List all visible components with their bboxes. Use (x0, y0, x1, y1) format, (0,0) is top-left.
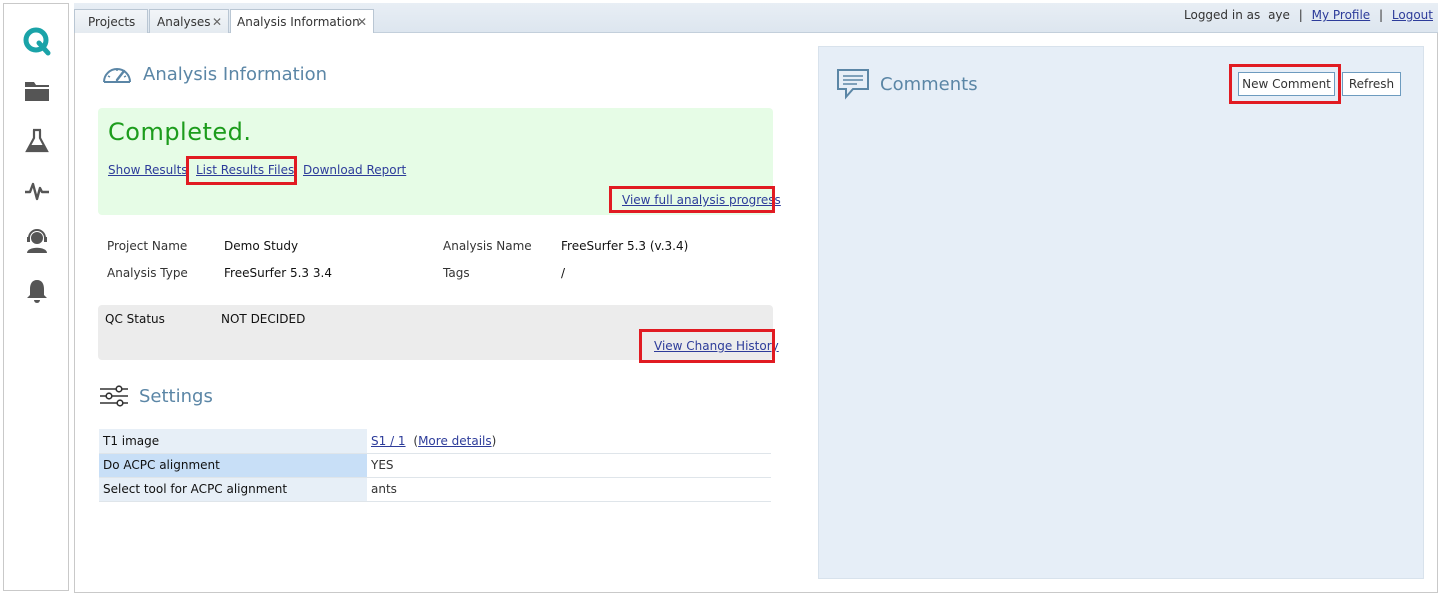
paren-close: ) (491, 433, 497, 448)
tab-analysis-information[interactable]: Analysis Information ✕ (230, 9, 374, 35)
tab-label: Analyses (157, 15, 211, 29)
logo-q-icon[interactable] (22, 26, 52, 56)
download-report-link[interactable]: Download Report (303, 163, 406, 177)
sliders-icon (100, 385, 128, 407)
analysis-info-heading: Analysis Information (101, 62, 327, 86)
highlight-box (1229, 64, 1341, 104)
project-name-label: Project Name (107, 239, 188, 253)
tags-value: / (561, 266, 566, 280)
table-row: Select tool for ACPC alignment ants (99, 477, 771, 502)
analysis-name-value: FreeSurfer 5.3 (v.3.4) (561, 239, 689, 253)
refresh-button[interactable]: Refresh (1342, 72, 1401, 96)
analysis-name-label: Analysis Name (443, 239, 532, 253)
comments-panel: Comments New Comment Refresh (818, 46, 1424, 579)
status-text: Completed. (108, 118, 252, 146)
user-bar: Logged in as aye | My Profile | Logout (1184, 8, 1433, 22)
setting-key: Do ACPC alignment (99, 453, 367, 478)
qc-status-label: QC Status (105, 312, 165, 326)
logged-in-label: Logged in as (1184, 8, 1261, 22)
gauge-icon (103, 68, 131, 83)
folder-icon[interactable] (22, 76, 52, 106)
highlight-box (186, 156, 297, 185)
settings-heading: Settings (99, 384, 213, 408)
tab-projects[interactable]: Projects (74, 9, 148, 34)
table-row: Do ACPC alignment YES (99, 453, 771, 478)
project-name-value: Demo Study (224, 239, 299, 253)
analysis-type-label: Analysis Type (107, 266, 188, 280)
analysis-type-value: FreeSurfer 5.3 3.4 (224, 266, 332, 280)
highlight-box (639, 329, 775, 363)
separator: | (1298, 8, 1303, 22)
t1-image-link[interactable]: S1 / 1 (371, 434, 406, 448)
tab-label: Projects (88, 15, 136, 29)
my-profile-link[interactable]: My Profile (1312, 8, 1371, 22)
setting-value: ants (367, 477, 771, 502)
close-icon[interactable]: ✕ (212, 15, 222, 29)
settings-title: Settings (139, 385, 213, 407)
settings-table: T1 image S1 / 1 (More details) Do ACPC a… (99, 429, 771, 502)
comments-heading: Comments (836, 68, 978, 100)
logout-link[interactable]: Logout (1392, 8, 1433, 22)
tab-label: Analysis Information (237, 15, 360, 29)
page-title: Analysis Information (143, 63, 328, 85)
comments-title: Comments (880, 73, 978, 95)
tab-bar: Projects Analyses ✕ Analysis Information… (74, 3, 1438, 35)
setting-value: S1 / 1 (More details) (367, 429, 771, 454)
speech-bubble-icon (837, 69, 869, 100)
setting-value: YES (367, 453, 771, 478)
more-details-link[interactable]: More details (418, 434, 492, 448)
tags-label: Tags (443, 266, 470, 280)
setting-key: Select tool for ACPC alignment (99, 477, 367, 502)
tab-analyses[interactable]: Analyses ✕ (149, 9, 229, 34)
bell-icon[interactable] (22, 276, 52, 306)
table-row: T1 image S1 / 1 (More details) (99, 429, 771, 454)
highlight-box (609, 186, 775, 213)
close-icon[interactable]: ✕ (357, 15, 367, 29)
flask-icon[interactable] (22, 126, 52, 156)
left-nav (3, 3, 69, 591)
setting-key: T1 image (99, 429, 367, 454)
separator: | (1379, 8, 1384, 22)
show-results-link[interactable]: Show Results (108, 163, 188, 177)
username: aye (1268, 8, 1290, 22)
activity-pulse-icon[interactable] (22, 176, 52, 206)
support-agent-icon[interactable] (22, 226, 52, 256)
qc-status-value: NOT DECIDED (221, 312, 306, 326)
